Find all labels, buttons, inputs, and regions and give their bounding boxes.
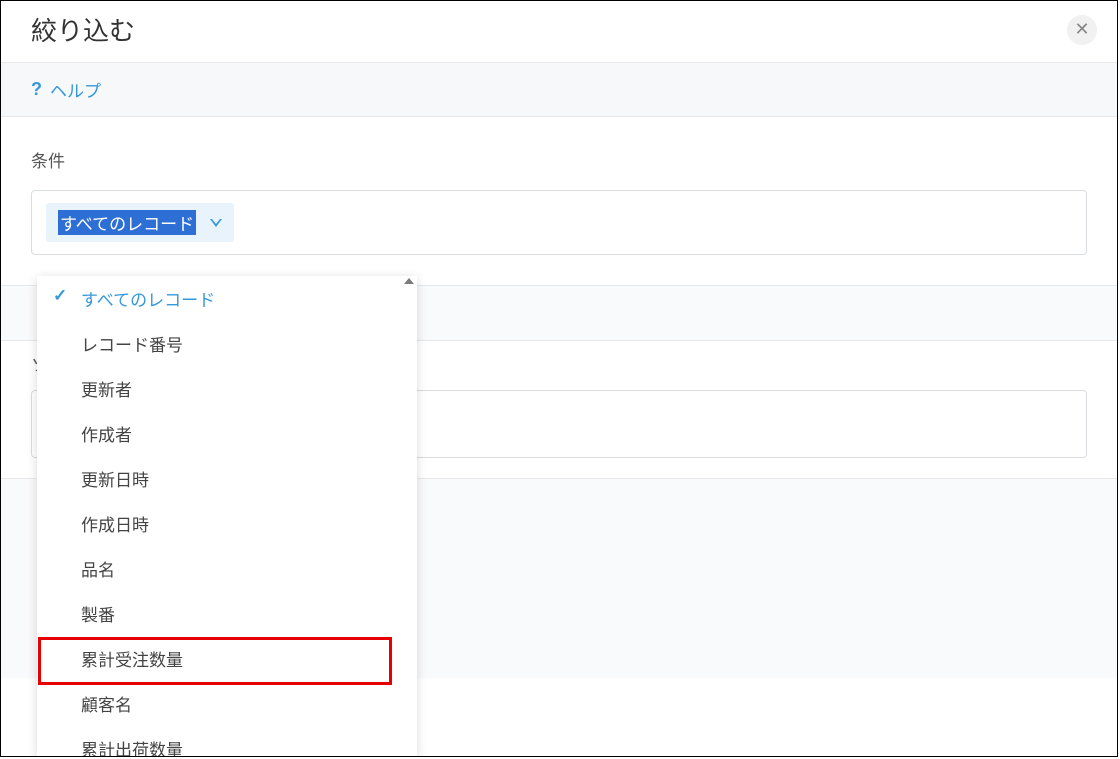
filter-modal: 絞り込む ✕ ? ヘルプ 条件 すべてのレコード ソ すべてのレコードレコード番…: [0, 0, 1118, 757]
dropdown-item[interactable]: 作成者: [37, 411, 417, 456]
field-dropdown-menu[interactable]: すべてのレコードレコード番号更新者作成者更新日時作成日時品名製番累計受注数量顧客…: [37, 276, 417, 756]
condition-section: 条件 すべてのレコード: [1, 117, 1117, 255]
dropdown-item[interactable]: 顧客名: [37, 681, 417, 726]
help-link[interactable]: ヘルプ: [50, 77, 101, 102]
dropdown-item[interactable]: レコード番号: [37, 321, 417, 366]
dropdown-item[interactable]: 更新者: [37, 366, 417, 411]
dropdown-item[interactable]: 累計出荷数量: [37, 726, 417, 756]
field-dropdown-trigger[interactable]: すべてのレコード: [46, 203, 234, 242]
close-button[interactable]: ✕: [1067, 15, 1097, 45]
dropdown-item[interactable]: 更新日時: [37, 456, 417, 501]
close-icon: ✕: [1074, 19, 1089, 40]
condition-box: すべてのレコード: [31, 190, 1087, 255]
dropdown-item[interactable]: 累計受注数量: [37, 636, 417, 681]
help-icon: ?: [31, 79, 42, 100]
condition-label: 条件: [31, 147, 1087, 172]
dropdown-item[interactable]: すべてのレコード: [37, 276, 417, 321]
modal-title: 絞り込む: [31, 11, 135, 48]
chevron-down-icon: [210, 219, 222, 227]
dropdown-item[interactable]: 品名: [37, 546, 417, 591]
dropdown-item[interactable]: 作成日時: [37, 501, 417, 546]
dropdown-selected-text: すべてのレコード: [58, 210, 196, 235]
modal-header: 絞り込む ✕: [1, 1, 1117, 62]
dropdown-item[interactable]: 製番: [37, 591, 417, 636]
scroll-up-icon: [404, 278, 414, 284]
help-bar: ? ヘルプ: [1, 62, 1117, 117]
